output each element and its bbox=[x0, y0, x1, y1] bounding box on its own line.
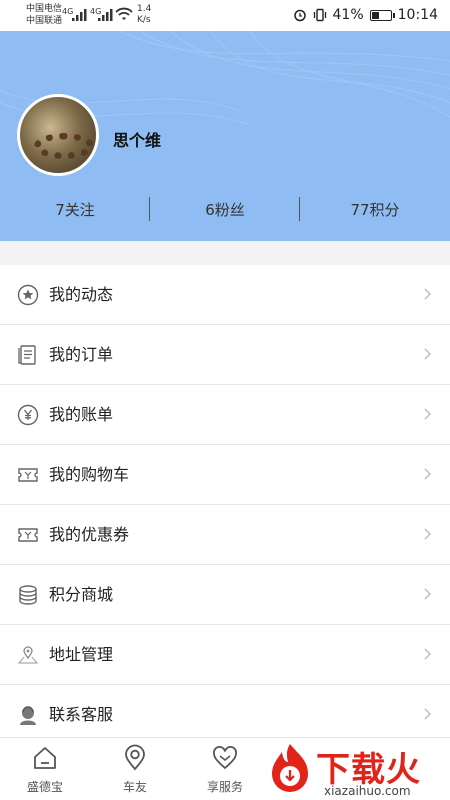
tab-label: 车友 bbox=[122, 780, 147, 794]
stat-points[interactable]: 77积分 bbox=[300, 197, 450, 223]
wifi-icon bbox=[115, 7, 133, 20]
chevron-right-icon bbox=[424, 288, 431, 300]
signal-icon bbox=[72, 9, 87, 21]
menu-label: 积分商城 bbox=[49, 585, 114, 604]
menu-item-points-mall[interactable]: 积分商城 bbox=[0, 565, 450, 625]
status-bar: 中国电信 中国联通 4G 4G 1.4 K/s 41% 10:14 bbox=[0, 0, 450, 31]
chevron-right-icon bbox=[424, 528, 431, 540]
tab-home[interactable]: 盛德宝 bbox=[0, 738, 90, 800]
avatar[interactable] bbox=[17, 94, 99, 176]
map-pin-icon bbox=[17, 646, 39, 664]
coupon-icon bbox=[18, 528, 38, 542]
watermark: 下载火 xiazaihuo.com bbox=[262, 742, 450, 800]
carrier-2: 中国联通 bbox=[26, 16, 63, 26]
tab-services[interactable]: 享服务 bbox=[180, 738, 270, 800]
chevron-right-icon bbox=[424, 648, 431, 660]
profile-header: 思个维 7关注 6粉丝 77积分 bbox=[0, 31, 450, 241]
tab-label: 享服务 bbox=[206, 780, 243, 794]
signal-icon bbox=[98, 9, 113, 21]
support-agent-icon bbox=[20, 706, 36, 725]
battery-icon bbox=[369, 9, 395, 21]
network-speed: 1.4 K/s bbox=[137, 4, 151, 26]
coins-stack-icon bbox=[19, 585, 37, 605]
menu-label: 地址管理 bbox=[49, 645, 114, 664]
home-icon bbox=[34, 747, 56, 769]
flame-logo-icon bbox=[272, 744, 308, 792]
menu-label: 联系客服 bbox=[49, 705, 114, 724]
menu-item-customer-service[interactable]: 联系客服 bbox=[0, 685, 450, 745]
stat-following[interactable]: 7关注 bbox=[0, 197, 150, 223]
carrier-1: 中国电信 bbox=[26, 4, 63, 14]
watermark-url: xiazaihuo.com bbox=[324, 784, 411, 798]
vibrate-icon bbox=[313, 8, 326, 22]
menu-item-address[interactable]: 地址管理 bbox=[0, 625, 450, 685]
status-right: 41% 10:14 bbox=[293, 7, 438, 23]
ticket-icon bbox=[18, 468, 38, 482]
location-pin-icon bbox=[125, 744, 145, 771]
menu-list: 我的动态 我的订单 我的账单 我的购物车 我的优惠券 积分商城 地址管理 联系客… bbox=[0, 265, 450, 745]
menu-item-my-orders[interactable]: 我的订单 bbox=[0, 325, 450, 385]
speed-value: 1.4 bbox=[137, 4, 152, 14]
tab-car-friends[interactable]: 车友 bbox=[90, 738, 180, 800]
chevron-right-icon bbox=[424, 348, 431, 360]
clock: 10:14 bbox=[397, 7, 438, 23]
stat-followers[interactable]: 6粉丝 bbox=[150, 197, 300, 223]
stat-divider bbox=[299, 197, 300, 221]
menu-label: 我的订单 bbox=[49, 345, 114, 364]
menu-label: 我的优惠券 bbox=[49, 525, 130, 544]
carrier-names: 中国电信 中国联通 bbox=[26, 3, 62, 27]
menu-item-shopping-cart[interactable]: 我的购物车 bbox=[0, 445, 450, 505]
menu-item-my-activity[interactable]: 我的动态 bbox=[0, 265, 450, 325]
menu-label: 我的购物车 bbox=[49, 465, 130, 484]
order-receipt-icon bbox=[18, 345, 36, 365]
chevron-right-icon bbox=[424, 588, 431, 600]
stat-divider bbox=[149, 197, 150, 221]
chevron-right-icon bbox=[424, 708, 431, 720]
menu-label: 我的账单 bbox=[49, 405, 114, 424]
chevron-right-icon bbox=[424, 468, 431, 480]
heart-icon bbox=[213, 746, 237, 770]
yen-circle-icon bbox=[17, 404, 39, 426]
menu-item-coupons[interactable]: 我的优惠券 bbox=[0, 505, 450, 565]
username[interactable]: 思个维 bbox=[113, 127, 161, 151]
star-circle-icon bbox=[17, 284, 39, 306]
battery-percent: 41% bbox=[332, 7, 364, 23]
menu-item-my-bills[interactable]: 我的账单 bbox=[0, 385, 450, 445]
chevron-right-icon bbox=[424, 408, 431, 420]
tab-label: 盛德宝 bbox=[26, 780, 63, 794]
speed-unit: K/s bbox=[137, 15, 151, 25]
menu-label: 我的动态 bbox=[49, 285, 114, 304]
profile-stats: 7关注 6粉丝 77积分 bbox=[0, 197, 450, 223]
alarm-icon bbox=[293, 9, 306, 22]
